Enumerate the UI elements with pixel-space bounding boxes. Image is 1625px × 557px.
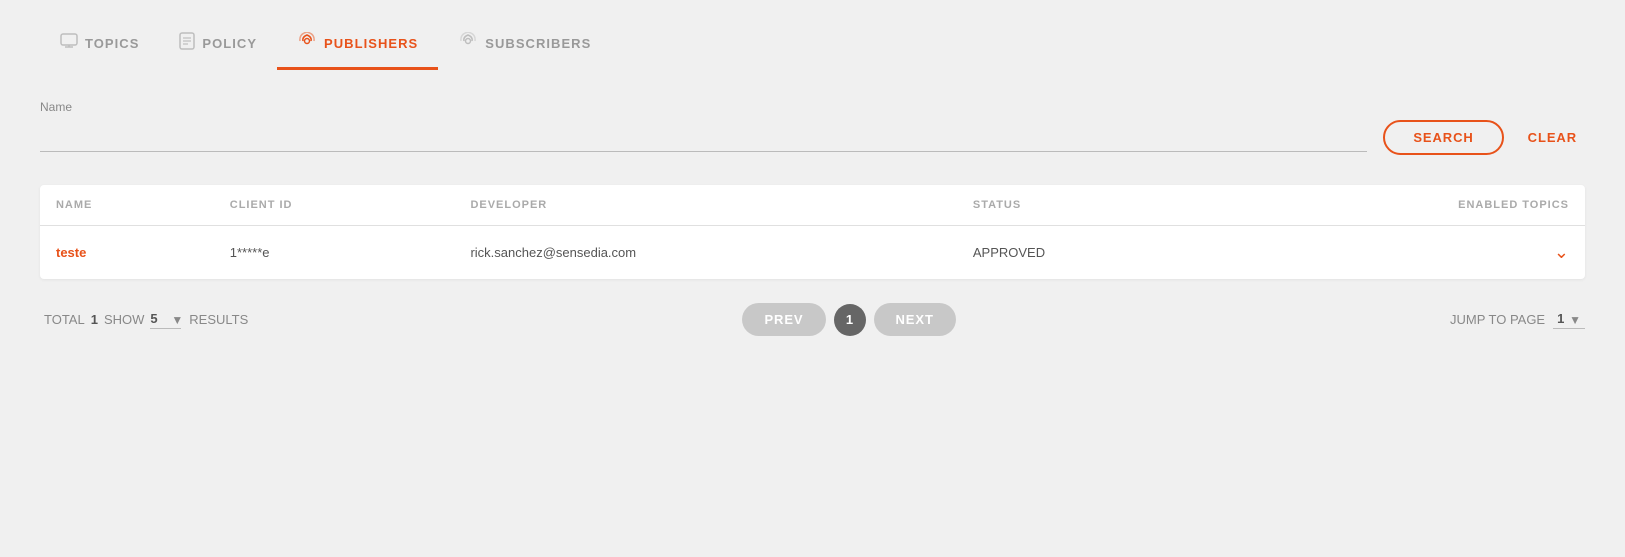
show-label: SHOW <box>104 312 144 327</box>
topics-icon <box>60 33 78 54</box>
name-label: Name <box>40 100 1585 114</box>
results-table: NAME CLIENT ID DEVELOPER STATUS ENABLED … <box>40 185 1585 279</box>
expand-topics-icon[interactable]: ⌄ <box>1554 242 1569 262</box>
table-row: teste 1*****e rick.sanchez@sensedia.com … <box>40 226 1585 280</box>
table-header: NAME CLIENT ID DEVELOPER STATUS ENABLED … <box>40 185 1585 226</box>
search-input[interactable] <box>40 124 1367 152</box>
col-developer: DEVELOPER <box>454 185 956 226</box>
tab-subscribers[interactable]: SUBSCRIBERS <box>438 20 611 70</box>
tab-publishers[interactable]: PUBLISHERS <box>277 20 438 70</box>
jump-to-page-label: JUMP TO PAGE <box>1450 312 1545 327</box>
pagination-row: TOTAL 1 SHOW 5 10 20 50 ▼ RESULTS PREV 1… <box>40 303 1585 336</box>
total-count: 1 <box>91 312 98 327</box>
pagination-info: TOTAL 1 SHOW 5 10 20 50 ▼ RESULTS <box>44 311 248 329</box>
cell-enabled-topics[interactable]: ⌄ <box>1222 226 1585 280</box>
jump-select[interactable]: 1 <box>1553 311 1585 329</box>
current-page-number[interactable]: 1 <box>834 304 866 336</box>
search-section: Name SEARCH CLEAR <box>40 90 1585 175</box>
tab-topics-label: TOPICS <box>85 36 139 51</box>
cell-name[interactable]: teste <box>40 226 214 280</box>
prev-button[interactable]: PREV <box>742 303 825 336</box>
show-select-wrap: 5 10 20 50 ▼ <box>150 311 183 329</box>
policy-icon <box>179 32 195 55</box>
tab-subscribers-label: SUBSCRIBERS <box>485 36 591 51</box>
col-client-id: CLIENT ID <box>214 185 455 226</box>
cell-developer: rick.sanchez@sensedia.com <box>454 226 956 280</box>
tab-publishers-label: PUBLISHERS <box>324 36 418 51</box>
jump-select-wrap: 1 ▼ <box>1553 311 1581 329</box>
page-controls: PREV 1 NEXT <box>742 303 955 336</box>
col-status: STATUS <box>957 185 1222 226</box>
results-table-wrap: NAME CLIENT ID DEVELOPER STATUS ENABLED … <box>40 185 1585 279</box>
publishers-icon <box>297 32 317 55</box>
next-button[interactable]: NEXT <box>874 303 956 336</box>
search-row: SEARCH CLEAR <box>40 120 1585 155</box>
subscribers-icon <box>458 32 478 55</box>
search-button[interactable]: SEARCH <box>1383 120 1503 155</box>
tab-policy[interactable]: POLICY <box>159 20 277 70</box>
tab-policy-label: POLICY <box>202 36 257 51</box>
cell-client-id: 1*****e <box>214 226 455 280</box>
results-label: RESULTS <box>189 312 248 327</box>
tab-topics[interactable]: TOPICS <box>40 21 159 69</box>
tab-nav: TOPICS POLICY PUBLISHERS <box>40 20 1585 70</box>
col-name: NAME <box>40 185 214 226</box>
show-select[interactable]: 5 10 20 50 <box>150 311 181 329</box>
total-label: TOTAL <box>44 312 85 327</box>
cell-status: APPROVED <box>957 226 1222 280</box>
search-input-wrap <box>40 124 1367 152</box>
table-body: teste 1*****e rick.sanchez@sensedia.com … <box>40 226 1585 280</box>
clear-button[interactable]: CLEAR <box>1520 122 1585 153</box>
jump-to-page: JUMP TO PAGE 1 ▼ <box>1450 311 1581 329</box>
col-enabled-topics: ENABLED TOPICS <box>1222 185 1585 226</box>
page-container: TOPICS POLICY PUBLISHERS <box>0 0 1625 356</box>
